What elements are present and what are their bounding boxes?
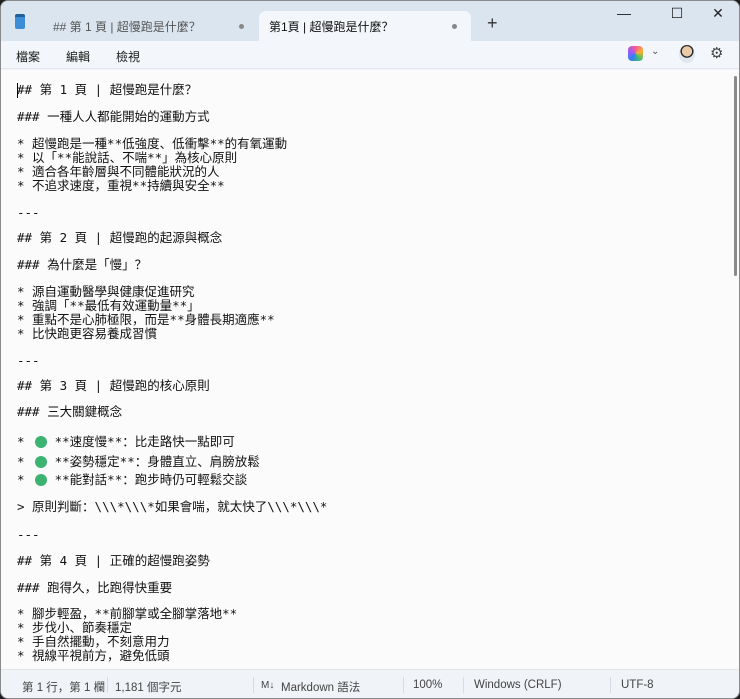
- green-circle-emoji: [35, 436, 47, 448]
- editor-line: * 不追求速度，重視**持續與安全**: [17, 178, 225, 193]
- editor-line: ---: [17, 205, 40, 220]
- markdown-icon: M↓: [261, 680, 275, 691]
- title-bar: ## 第 1 頁 | 超慢跑是什麼？ 第1頁 | 超慢跑是什麼？ + — ☐ ✕: [1, 1, 739, 41]
- editor-line: * 強調「**最低有效運動量**」: [17, 298, 200, 313]
- close-button[interactable]: ✕: [695, 5, 739, 27]
- minimize-button[interactable]: —: [601, 5, 647, 27]
- notepad-app-icon: [15, 14, 25, 29]
- editor-line: ---: [17, 353, 40, 368]
- text-editor[interactable]: ## 第 1 頁 | 超慢跑是什麼？ ### 一種人人都能開始的運動方式 * 超…: [1, 70, 739, 669]
- gear-icon[interactable]: ⚙: [710, 44, 723, 62]
- editor-line: ## 第 2 頁 | 超慢跑的起源與概念: [17, 230, 223, 245]
- editor-line: * 視線平視前方，避免低頭: [17, 648, 170, 663]
- green-circle-emoji: [35, 474, 47, 486]
- editor-line: * **速度慢**：比走路快一點即可: [17, 434, 235, 449]
- new-tab-button[interactable]: +: [487, 13, 498, 34]
- editor-line: ### 為什麼是「慢」？: [17, 257, 148, 272]
- editor-line: ## 第 3 頁 | 超慢跑的核心原則: [17, 378, 210, 393]
- menu-edit[interactable]: 編輯: [66, 48, 90, 65]
- status-bar: 第 1 行，第 1 欄 1,181 個字元 M↓ Markdown 語法 100…: [1, 669, 739, 698]
- maximize-button[interactable]: ☐: [654, 5, 700, 27]
- editor-line: ## 第 1 頁 | 超慢跑是什麼？: [17, 82, 198, 97]
- editor-line: * **姿勢穩定**：身體直立、肩膀放鬆: [17, 454, 260, 469]
- editor-line: * 重點不是心肺極限，而是**身體長期適應**: [17, 312, 275, 327]
- char-count: 1,181 個字元: [115, 682, 182, 694]
- line-ending[interactable]: Windows (CRLF): [474, 679, 562, 691]
- menu-file[interactable]: 檔案: [16, 48, 40, 65]
- vertical-scrollbar[interactable]: [734, 76, 737, 276]
- unsaved-dot-icon: [452, 24, 457, 29]
- tab-2-active[interactable]: 第1頁 | 超慢跑是什麼？: [259, 11, 471, 41]
- editor-line: * 比快跑更容易養成習慣: [17, 326, 158, 341]
- format-selector[interactable]: Markdown 語法: [281, 679, 360, 695]
- unsaved-dot-icon: [239, 24, 244, 29]
- menu-view[interactable]: 檢視: [116, 48, 140, 65]
- editor-line: * **能對話**：跑步時仍可輕鬆交談: [17, 472, 248, 487]
- editor-line: * 適合各年齡層與不同體能狀況的人: [17, 164, 220, 179]
- editor-line: ## 第 4 頁 | 正確的超慢跑姿勢: [17, 553, 210, 568]
- editor-line: * 源自運動醫學與健康促進研究: [17, 284, 195, 299]
- tab-label: 第1頁 | 超慢跑是什麼？: [269, 19, 394, 34]
- copilot-icon[interactable]: [628, 46, 643, 61]
- encoding[interactable]: UTF-8: [621, 679, 654, 691]
- tab-1[interactable]: ## 第 1 頁 | 超慢跑是什麼？: [43, 11, 258, 41]
- cursor-position: 第 1 行，第 1 欄: [22, 682, 106, 694]
- editor-line: ---: [17, 527, 40, 542]
- editor-line: * 腳步輕盈，**前腳掌或全腳掌落地**: [17, 606, 238, 621]
- chevron-down-icon[interactable]: ⌄: [651, 46, 659, 57]
- editor-line: * 以「**能說話、不喘**」為核心原則: [17, 150, 238, 165]
- editor-line: ### 跑得久，比跑得快重要: [17, 580, 173, 595]
- editor-line: * 超慢跑是一種**低強度、低衝擊**的有氧運動: [17, 136, 288, 151]
- avatar[interactable]: [679, 45, 695, 63]
- editor-line: * 手自然擺動，不刻意用力: [17, 634, 170, 649]
- editor-line: ### 三大關鍵概念: [17, 404, 123, 419]
- zoom-level[interactable]: 100%: [413, 679, 442, 691]
- editor-line: ### 一種人人都能開始的運動方式: [17, 109, 210, 124]
- editor-line: > 原則判斷：\\\*\\\*如果會喘，就太快了\\\*\\\*: [17, 499, 328, 514]
- editor-line: * 步伐小、節奏穩定: [17, 620, 133, 635]
- notepad-window: ## 第 1 頁 | 超慢跑是什麼？ 第1頁 | 超慢跑是什麼？ + — ☐ ✕…: [0, 0, 740, 699]
- tab-label: ## 第 1 頁 | 超慢跑是什麼？: [53, 19, 201, 34]
- green-circle-emoji: [35, 456, 47, 468]
